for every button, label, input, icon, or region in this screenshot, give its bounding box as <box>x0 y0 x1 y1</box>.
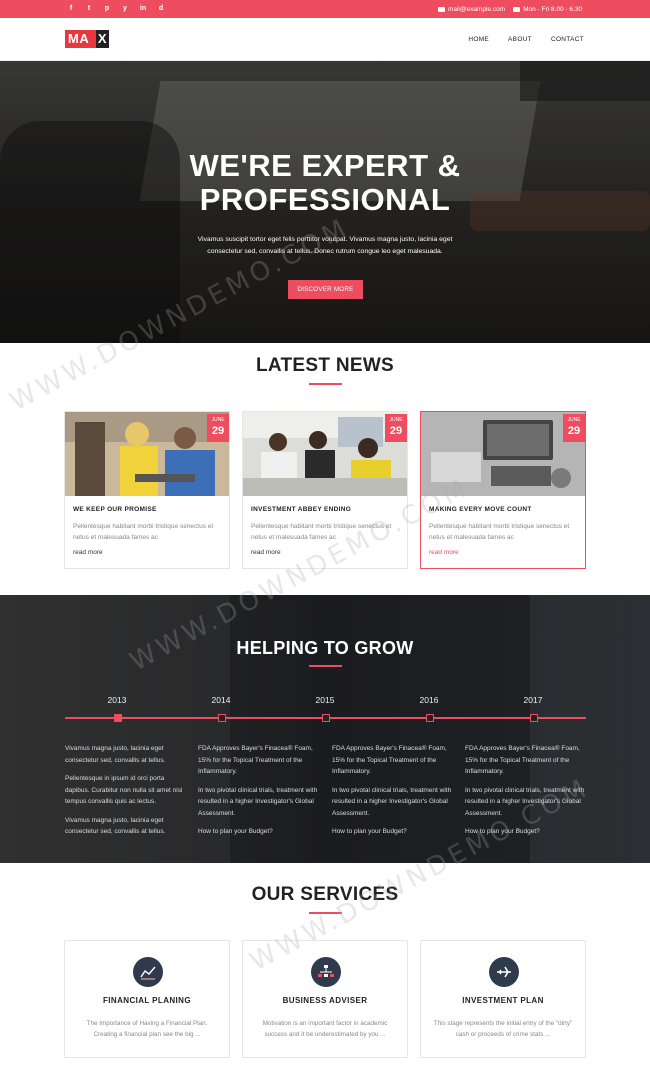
hero-text: Vivamus suscipit tortor eget felis portt… <box>197 236 453 255</box>
timeline-text: How to plan your Budget? <box>332 828 407 835</box>
service-title: INVESTMENT PLAN <box>462 996 544 1005</box>
service-card[interactable]: INVESTMENT PLAN This stage represents th… <box>420 940 586 1058</box>
year-label: 2017 <box>523 695 543 705</box>
news-image: JUNE 29 <box>243 412 407 496</box>
services-title: OUR SERVICES <box>251 884 399 905</box>
facebook-icon[interactable]: f <box>62 0 80 18</box>
timeline-text: FDA Approves Bayer's Finacea® Foam, 15% … <box>198 745 313 775</box>
nav-home[interactable]: HOME <box>468 36 489 43</box>
news-card-title: INVESTMENT ABBEY ENDING <box>251 506 352 513</box>
logo-text: MA <box>68 31 90 46</box>
top-bar: f t p y in d mail@example.com Mon - Fri … <box>0 0 650 18</box>
timeline-text: Pellentesque in ipsum id orci porta dapi… <box>65 775 183 805</box>
year-label: 2013 <box>107 695 127 705</box>
hero-title: WE'RE EXPERT & PROFESSIONAL <box>189 148 461 217</box>
timeline-dot[interactable] <box>322 714 330 722</box>
logo-x: X <box>96 30 109 48</box>
org-chart-icon <box>311 957 341 987</box>
clock-icon <box>513 6 521 12</box>
timeline-text: Vivamus magna justo, lacinia eget consec… <box>65 745 166 764</box>
year-label: 2014 <box>211 695 231 705</box>
envelope-icon <box>437 6 445 12</box>
youtube-icon[interactable]: y <box>116 0 134 18</box>
read-more-link[interactable]: read more <box>429 549 459 556</box>
year-label: 2015 <box>315 695 335 705</box>
read-more-link[interactable]: read more <box>73 549 103 556</box>
social-links: f t p y in d <box>62 0 170 18</box>
timeline-section: HELPING TO GROW 2013 2014 2015 2016 2017… <box>0 595 650 863</box>
nav-contact[interactable]: CONTACT <box>551 36 584 43</box>
date-badge: JUNE 29 <box>563 414 585 442</box>
date-badge: JUNE 29 <box>207 414 229 442</box>
timeline-dot[interactable] <box>530 714 538 722</box>
service-card[interactable]: FINANCIAL PLANING The Importance of Havi… <box>64 940 230 1058</box>
email-link[interactable]: mail@example.com <box>437 5 506 13</box>
timeline-text: In two pivotal clinical trials, treatmen… <box>465 786 585 817</box>
timeline-column: Vivamus magna justo, lacinia eget consec… <box>65 743 190 845</box>
contact-info: mail@example.com Mon - Fri 8.00 - 6.30 <box>430 0 582 18</box>
timeline-column: FDA Approves Bayer's Finacea® Foam, 15% … <box>198 743 323 845</box>
timeline-text: FDA Approves Bayer's Finacea® Foam, 15% … <box>465 745 580 775</box>
timeline-title-underline <box>309 665 342 667</box>
hero-banner: WE'RE EXPERT & PROFESSIONAL Vivamus susci… <box>0 61 650 343</box>
news-card-title: MAKING EVERY MOVE COUNT <box>429 506 532 513</box>
date-badge: JUNE 29 <box>385 414 407 442</box>
news-card[interactable]: JUNE 29 WE KEEP OUR PROMISE Pellentesque … <box>64 411 230 569</box>
service-text: This stage represents the initial entry … <box>433 1020 573 1038</box>
chart-icon <box>133 957 163 987</box>
timeline-dot-active[interactable] <box>114 714 122 722</box>
linkedin-icon[interactable]: in <box>134 0 152 18</box>
dribbble-icon[interactable]: d <box>152 0 170 18</box>
news-image: JUNE 29 <box>421 412 585 496</box>
email-text: mail@example.com <box>447 5 506 13</box>
service-text: The Importance of Having a Financial Pla… <box>86 1020 208 1038</box>
site-header: MA X HOME ABOUT CONTACT <box>0 18 650 61</box>
timeline-text: Vivamus magna justo, lacinia eget consec… <box>65 816 166 836</box>
discover-more-button[interactable]: DISCOVER MORE <box>288 280 363 299</box>
timeline-text: In two pivotal clinical trials, treatmen… <box>198 786 318 817</box>
timeline-dot[interactable] <box>426 714 434 722</box>
news-title: LATEST NEWS <box>255 355 395 376</box>
timeline-text: In two pivotal clinical trials, treatmen… <box>332 786 452 817</box>
logo[interactable]: MA X <box>65 30 109 48</box>
service-text: Motivation is an important factor in aca… <box>262 1020 388 1038</box>
year-label: 2016 <box>419 695 439 705</box>
news-card[interactable]: JUNE 29 MAKING EVERY MOVE COUNT Pellentes… <box>420 411 586 569</box>
main-nav: HOME ABOUT CONTACT <box>449 18 584 61</box>
service-card[interactable]: BUSINESS ADVISER Motivation is an import… <box>242 940 408 1058</box>
hours-info: Mon - Fri 8.00 - 6.30 <box>513 6 582 13</box>
services-title-underline <box>309 912 342 914</box>
nav-about[interactable]: ABOUT <box>508 36 532 43</box>
news-card[interactable]: JUNE 29 INVESTMENT ABBEY ENDING Pellentes… <box>242 411 408 569</box>
plane-icon <box>489 957 519 987</box>
timeline-text: FDA Approves Bayer's Finacea® Foam, 15% … <box>332 745 447 775</box>
service-title: BUSINESS ADVISER <box>282 996 368 1005</box>
timeline-column: FDA Approves Bayer's Finacea® Foam, 15% … <box>465 743 590 845</box>
read-more-link[interactable]: read more <box>251 549 281 556</box>
hours-text: Mon - Fri 8.00 - 6.30 <box>523 5 582 13</box>
timeline-column: FDA Approves Bayer's Finacea® Foam, 15% … <box>332 743 457 845</box>
timeline-title: HELPING TO GROW <box>236 638 414 658</box>
news-card-excerpt: Pellentesque habitant morbi tristique se… <box>73 523 214 541</box>
news-card-title: WE KEEP OUR PROMISE <box>73 506 157 513</box>
twitter-icon[interactable]: t <box>80 0 98 18</box>
news-card-excerpt: Pellentesque habitant morbi tristique se… <box>251 523 392 541</box>
timeline-dot[interactable] <box>218 714 226 722</box>
news-image: JUNE 29 <box>65 412 229 496</box>
timeline-text: How to plan your Budget? <box>198 828 273 835</box>
pinterest-icon[interactable]: p <box>98 0 116 18</box>
news-card-excerpt: Pellentesque habitant morbi tristique se… <box>429 523 570 541</box>
timeline-text: How to plan your Budget? <box>465 828 540 835</box>
service-title: FINANCIAL PLANING <box>103 996 191 1005</box>
news-title-underline <box>309 383 342 385</box>
